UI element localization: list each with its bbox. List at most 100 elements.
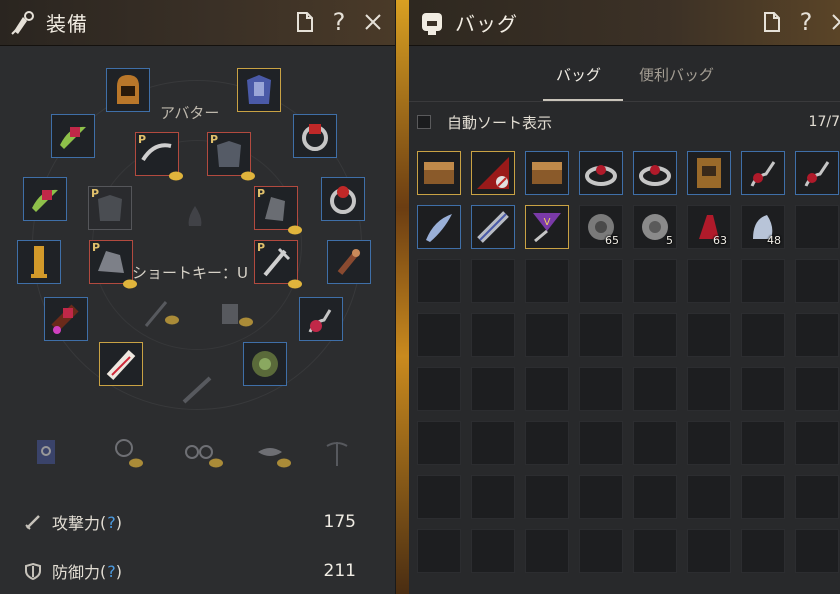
close-icon[interactable]	[361, 9, 385, 35]
bag-empty-slot[interactable]	[579, 367, 623, 411]
bag-item[interactable]	[795, 151, 839, 195]
bag-empty-slot[interactable]	[579, 421, 623, 465]
equip-slot-armor-piece[interactable]: P	[207, 132, 255, 181]
bag-empty-slot[interactable]	[471, 421, 515, 465]
bag-empty-slot[interactable]	[795, 475, 839, 519]
stat-help-link[interactable]: ?	[107, 513, 116, 532]
bag-empty-slot[interactable]	[741, 259, 785, 303]
bag-titlebar[interactable]: バッグ ?	[409, 0, 840, 46]
tab-convenience-bag[interactable]: 便利バッグ	[639, 64, 714, 85]
bag-item[interactable]: 5	[633, 205, 677, 249]
bag-empty-slot[interactable]	[633, 529, 677, 573]
equip-slot-avatar-armor[interactable]	[237, 68, 281, 112]
bag-empty-slot[interactable]	[471, 259, 515, 303]
equip-slot-main-weapon[interactable]	[99, 342, 143, 386]
bag-empty-slot[interactable]	[525, 259, 569, 303]
equip-slot-lightstone[interactable]	[299, 297, 343, 341]
equip-slot-helmet[interactable]	[106, 68, 150, 112]
equip-slot-belt[interactable]	[17, 240, 61, 284]
equip-slot-gloves[interactable]: P	[254, 186, 302, 235]
bag-item[interactable]	[471, 151, 515, 195]
bag-empty-slot[interactable]	[417, 475, 461, 519]
equip-slot-awakening-weapon[interactable]: P	[135, 132, 183, 181]
gold-tag-icon	[288, 279, 302, 289]
close-icon[interactable]	[828, 9, 840, 35]
bag-empty-slot[interactable]	[417, 259, 461, 303]
bag-title: バッグ	[455, 12, 518, 36]
document-icon[interactable]	[293, 9, 317, 35]
bag-empty-slot[interactable]	[741, 367, 785, 411]
equipment-titlebar[interactable]: 装備 ?	[0, 0, 395, 46]
bag-empty-slot[interactable]	[579, 259, 623, 303]
bag-empty-slot[interactable]	[579, 529, 623, 573]
bag-empty-slot[interactable]	[633, 421, 677, 465]
bag-empty-slot[interactable]	[417, 313, 461, 357]
bag-empty-slot[interactable]	[525, 367, 569, 411]
help-icon[interactable]: ?	[327, 8, 351, 36]
bag-item[interactable]	[417, 151, 461, 195]
tab-bag[interactable]: バッグ	[556, 64, 601, 85]
bag-empty-slot[interactable]	[795, 421, 839, 465]
bag-empty-slot[interactable]	[795, 259, 839, 303]
equip-slot-sub-weapon[interactable]: P	[254, 240, 302, 289]
bag-empty-slot[interactable]	[795, 313, 839, 357]
bag-empty-slot[interactable]	[741, 421, 785, 465]
equip-slot-earring-2[interactable]	[23, 177, 67, 221]
bag-empty-slot[interactable]	[525, 475, 569, 519]
equip-slot-ring-right[interactable]	[293, 114, 337, 158]
bag-empty-slot[interactable]	[687, 259, 731, 303]
bag-empty-slot[interactable]	[795, 529, 839, 573]
equip-slot-ring-2[interactable]	[321, 177, 365, 221]
stat-help-link[interactable]: ?	[107, 562, 116, 581]
bag-empty-slot[interactable]	[633, 475, 677, 519]
premium-marker: P	[91, 187, 100, 200]
bag-empty-slot[interactable]	[687, 367, 731, 411]
bag-item[interactable]: 63	[687, 205, 731, 249]
document-icon[interactable]	[760, 9, 784, 35]
bag-empty-slot[interactable]	[795, 367, 839, 411]
bag-empty-slot[interactable]	[417, 529, 461, 573]
bag-empty-slot[interactable]	[471, 313, 515, 357]
bag-item[interactable]: 48	[741, 205, 785, 249]
bag-empty-slot[interactable]	[741, 313, 785, 357]
bag-empty-slot[interactable]	[417, 421, 461, 465]
bag-empty-slot[interactable]	[579, 313, 623, 357]
bag-empty-slot[interactable]	[687, 421, 731, 465]
bag-empty-slot[interactable]	[525, 529, 569, 573]
bag-item[interactable]	[687, 151, 731, 195]
bag-item[interactable]	[633, 151, 677, 195]
equip-slot-shoes[interactable]: P	[89, 240, 137, 289]
bag-empty-slot[interactable]	[471, 475, 515, 519]
bag-empty-slot[interactable]	[741, 529, 785, 573]
bag-empty-slot[interactable]	[795, 205, 839, 249]
bag-item[interactable]: V	[525, 205, 569, 249]
bag-item[interactable]	[525, 151, 569, 195]
gold-tag-icon	[288, 225, 302, 235]
bag-item[interactable]	[417, 205, 461, 249]
bag-empty-slot[interactable]	[417, 367, 461, 411]
bag-empty-slot[interactable]	[633, 259, 677, 303]
bag-empty-slot[interactable]	[471, 529, 515, 573]
equip-slot-necklace[interactable]	[327, 240, 371, 284]
bag-empty-slot[interactable]	[687, 529, 731, 573]
equip-slot-artifact[interactable]	[243, 342, 287, 386]
bag-item[interactable]	[471, 205, 515, 249]
equip-slot-alchemy-stone[interactable]	[44, 297, 88, 341]
bag-empty-slot[interactable]	[525, 421, 569, 465]
bag-item[interactable]	[741, 151, 785, 195]
bag-item[interactable]: 65	[579, 205, 623, 249]
bag-empty-slot[interactable]	[741, 475, 785, 519]
equip-slot-earring-left[interactable]	[51, 114, 95, 158]
auto-sort-checkbox[interactable]	[417, 115, 431, 129]
bag-empty-slot[interactable]	[579, 475, 623, 519]
bag-empty-slot[interactable]	[471, 367, 515, 411]
bag-empty-slot[interactable]	[687, 313, 731, 357]
equip-slot-chest[interactable]: P	[88, 186, 132, 230]
help-icon[interactable]: ?	[794, 8, 818, 36]
bag-empty-slot[interactable]	[525, 313, 569, 357]
bag-empty-slot[interactable]	[633, 367, 677, 411]
bag-empty-slot[interactable]	[687, 475, 731, 519]
bag-item[interactable]	[579, 151, 623, 195]
bag-empty-slot[interactable]	[633, 313, 677, 357]
stat-label: 防御力	[52, 563, 101, 582]
